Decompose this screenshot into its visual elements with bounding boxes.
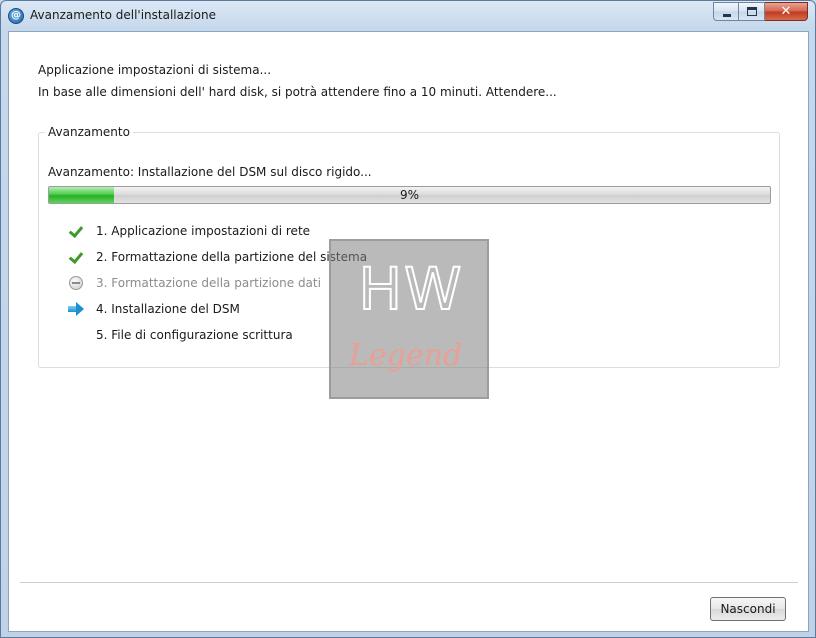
wait-message: In base alle dimensioni dell' hard disk,… [38,85,557,99]
hide-button[interactable]: Nascondi [710,597,786,621]
step-list: 1. Applicazione impostazioni di rete 2. … [68,218,367,348]
skip-icon [69,276,83,290]
step-item: 1. Applicazione impostazioni di rete [68,218,367,244]
watermark-bottom-text: Legend [349,338,463,373]
step-label: 1. Applicazione impostazioni di rete [96,224,311,238]
dialog-content: Applicazione impostazioni di sistema... … [8,31,809,632]
step-label: 2. Formattazione della partizione del si… [96,250,368,264]
progress-label: Avanzamento: Installazione del DSM sul d… [48,165,372,179]
close-icon: ✕ [780,4,792,19]
watermark-top-text: HW [358,255,464,323]
step-item: 3. Formattazione della partizione dati [68,270,367,296]
footer-separator [20,582,798,583]
step-item: 2. Formattazione della partizione del si… [68,244,367,270]
minimize-icon [723,14,731,17]
progress-bar: 9% [48,186,771,204]
minimize-button[interactable] [713,2,739,21]
blank-icon [68,327,88,343]
watermark-logo: HW Legend [329,239,489,399]
step-label: 4. Installazione del DSM [96,302,240,316]
maximize-button[interactable] [739,2,765,21]
status-message: Applicazione impostazioni di sistema... [38,63,272,77]
groupbox-legend: Avanzamento [45,125,133,139]
check-icon [68,249,88,265]
step-label: 5. File di configurazione scrittura [96,328,293,342]
step-label: 3. Formattazione della partizione dati [96,276,321,290]
title-bar[interactable]: @ Avanzamento dell'installazione ✕ [1,1,815,31]
window-controls: ✕ [713,2,808,21]
close-button[interactable]: ✕ [765,2,808,21]
step-item: 5. File di configurazione scrittura [68,322,367,348]
progress-percent: 9% [399,188,420,202]
arrow-right-icon [68,301,88,317]
app-logo-icon: @ [8,8,24,24]
maximize-icon [747,7,757,16]
check-icon [68,223,88,239]
step-item: 4. Installazione del DSM [68,296,367,322]
installer-window: @ Avanzamento dell'installazione ✕ Appli… [0,0,816,638]
window-title: Avanzamento dell'installazione [30,8,216,22]
